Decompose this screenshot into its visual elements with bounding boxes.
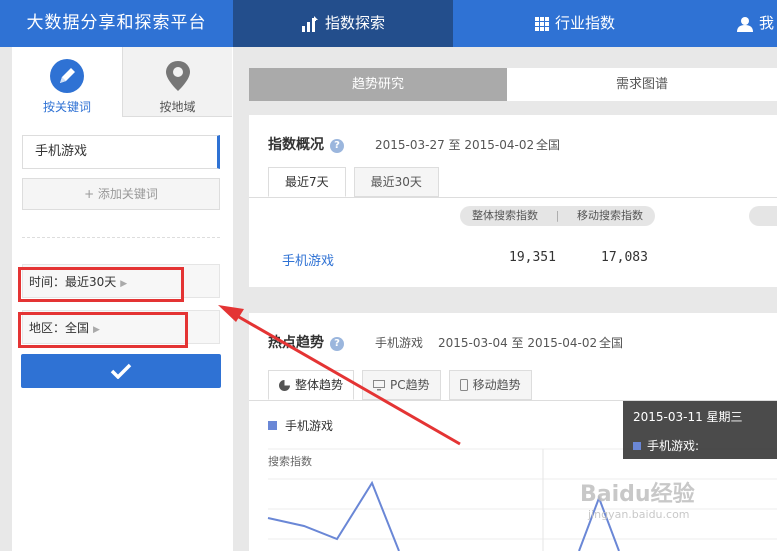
chart-legend: 手机游戏 [268, 417, 333, 434]
nav-label: 指数探索 [324, 14, 385, 32]
nav-label: 行业指数 [554, 14, 615, 32]
trend-title: 热点趋势? [268, 332, 344, 352]
highlight-region-filter [18, 312, 188, 348]
column-headers: 整体搜索指数 | 移动搜索指数 [460, 206, 655, 226]
mobile-search-value: 17,083 [601, 250, 648, 265]
series-line [267, 480, 400, 551]
tab-overall-trend[interactable]: 整体趋势 [268, 370, 355, 400]
watermark: Baidu经验 jingyan.baidu.com [580, 476, 695, 521]
nav-industry-index[interactable]: 行业指数 [453, 0, 697, 47]
col-mobile-search: 移动搜索指数 [577, 209, 643, 222]
overview-tabs: 最近7天 最近30天 [268, 167, 439, 197]
keyword-pen-icon [50, 59, 84, 93]
overview-card: 指数概况? 2015-03-27 至 2015-04-02 全国 最近7天 最近… [249, 115, 777, 287]
pie-icon [279, 379, 290, 391]
top-bar: 大数据分享和探索平台 指数探索 行业指数 我 [0, 0, 777, 47]
column-header-extra [749, 206, 777, 226]
trend-keyword: 手机游戏 [375, 336, 424, 350]
overall-search-value: 19,351 [509, 250, 556, 265]
monitor-icon [373, 379, 386, 390]
nav-my[interactable]: 我 [737, 0, 777, 47]
highlight-time-filter [18, 267, 184, 302]
confirm-button[interactable] [21, 354, 221, 388]
tab-last-30-days[interactable]: 最近30天 [353, 167, 439, 197]
overview-title-text: 指数概况 [268, 137, 324, 153]
help-icon[interactable]: ? [330, 139, 344, 153]
trend-date-range: 2015-03-04 至 2015-04-02 [438, 336, 598, 350]
watermark-url: jingyan.baidu.com [588, 508, 690, 521]
trend-region: 全国 [599, 336, 624, 350]
overview-region: 全国 [536, 138, 561, 152]
user-icon [737, 16, 753, 32]
separator: | [555, 209, 560, 222]
tab-last-7-days[interactable]: 最近7天 [268, 167, 346, 197]
tab-label: PC趋势 [390, 378, 430, 392]
nav-label: 我 [759, 14, 775, 32]
tooltip-date: 2015-03-11 星期三 [633, 410, 743, 424]
chart-tooltip: 2015-03-11 星期三 手机游戏: [623, 401, 777, 459]
tab-label: 按地域 [159, 100, 196, 114]
left-gutter [0, 47, 12, 551]
add-keyword-button[interactable]: + 添加关键词 [22, 178, 220, 210]
overview-title: 指数概况? [268, 134, 344, 154]
tab-trend-research[interactable]: 趋势研究 [249, 68, 507, 101]
legend-swatch [268, 421, 277, 430]
overview-keyword-link[interactable]: 手机游戏 [282, 250, 334, 269]
tab-label: 整体趋势 [295, 378, 344, 392]
bar-chart-icon [301, 15, 318, 32]
trend-tabs: 整体趋势 PC趋势 移动趋势 [268, 370, 532, 400]
tab-label: 移动趋势 [472, 378, 521, 392]
grid-icon [534, 16, 549, 31]
check-icon [110, 363, 132, 379]
tab-by-keyword[interactable]: 按关键词 [12, 47, 122, 117]
tab-pc-trend[interactable]: PC趋势 [362, 370, 441, 400]
phone-icon [459, 379, 468, 391]
keyword-input[interactable]: 手机游戏 [22, 135, 220, 169]
trend-title-text: 热点趋势 [268, 335, 324, 351]
overview-date-range: 2015-03-27 至 2015-04-02 [375, 138, 535, 152]
tooltip-swatch [633, 441, 641, 450]
legend-label: 手机游戏 [285, 419, 334, 433]
tab-by-region[interactable]: 按地域 [122, 47, 232, 117]
divider [249, 197, 777, 198]
brand-title: 大数据分享和探索平台 [26, 13, 207, 33]
tooltip-series: 手机游戏: [633, 437, 699, 454]
tooltip-series-label: 手机游戏: [647, 439, 700, 453]
main-tabs: 趋势研究 需求图谱 [249, 68, 777, 101]
tab-demand-map[interactable]: 需求图谱 [507, 68, 777, 101]
tab-label: 按关键词 [42, 100, 91, 114]
map-pin-icon [165, 61, 190, 91]
watermark-brand: Baidu经验 [580, 482, 695, 507]
col-overall-search: 整体搜索指数 [472, 209, 538, 222]
divider [22, 237, 220, 238]
trend-chart [267, 448, 777, 551]
nav-index-explore[interactable]: 指数探索 [233, 0, 453, 47]
help-icon[interactable]: ? [330, 337, 344, 351]
tab-mobile-trend[interactable]: 移动趋势 [448, 370, 532, 400]
